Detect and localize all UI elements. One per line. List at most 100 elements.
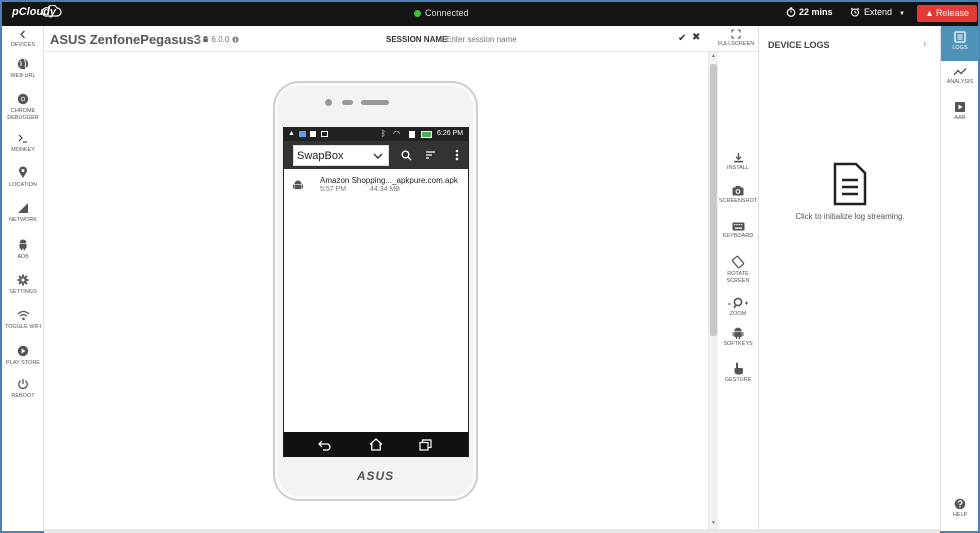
chevron-down-icon: [373, 153, 383, 159]
folder-spinner[interactable]: SwapBox: [293, 145, 389, 166]
session-name-label: SESSION NAME: [386, 35, 448, 44]
horizontal-scrollbar[interactable]: [44, 529, 940, 533]
session-header: ASUS ZenfonePegasus3 | 6.0.0 SESSION NAM…: [44, 26, 758, 52]
tool-label: SOFTKEYS: [723, 341, 753, 347]
scrollbar-thumb[interactable]: [710, 64, 717, 336]
sidebar-item-label: DEVICES: [10, 42, 36, 48]
device-logs-panel: DEVICE LOGS › Click to initialize log st…: [758, 26, 940, 531]
phone-camera: [325, 99, 332, 106]
spinner-value: SwapBox: [297, 150, 344, 162]
tool-label: SCREENSHOT: [718, 198, 758, 204]
sidebar-item-toggle-wifi[interactable]: TOGGLE WIFI: [2, 310, 44, 331]
magnifier-icon: [728, 297, 748, 309]
app-toolbar: SwapBox: [284, 141, 468, 169]
tab-aar[interactable]: AAR: [941, 101, 979, 122]
phone-speaker: [361, 100, 389, 105]
tool-rotate-screen[interactable]: ROTATE SCREEN: [718, 255, 758, 285]
download-icon: [733, 153, 743, 163]
sidebar-item-location[interactable]: LOCATION: [2, 166, 44, 189]
tool-gesture[interactable]: GESTURE: [718, 362, 758, 384]
chrome-icon: [17, 93, 29, 105]
fullscreen-icon: [731, 29, 741, 39]
signal-icon: [18, 203, 28, 213]
file-name: Amazon Shopping..._apkpure.com.apk: [320, 176, 458, 185]
warning-icon: ▲: [288, 130, 295, 137]
info-icon[interactable]: [231, 36, 239, 43]
logs-icon: [954, 31, 966, 43]
vertical-scrollbar[interactable]: ▲ ▼: [708, 52, 718, 530]
warning-icon: ▲: [925, 8, 934, 18]
help-button[interactable]: HELP: [941, 498, 979, 519]
sidebar-item-chrome-debugger[interactable]: CHROME DEBUGGER: [2, 93, 44, 122]
tool-zoom[interactable]: ZOOM: [718, 297, 758, 318]
android-status-bar: ▲ ᛒ ◠ 6:26 PM: [284, 128, 468, 141]
sidebar-item-settings[interactable]: SETTINGS: [2, 274, 44, 296]
close-icon[interactable]: ✖: [692, 32, 700, 43]
document-icon[interactable]: [832, 162, 868, 206]
release-button[interactable]: ▲ Release: [917, 5, 977, 22]
tool-install[interactable]: INSTALL: [718, 152, 758, 172]
sort-icon[interactable]: [425, 150, 436, 160]
tool-screenshot[interactable]: SCREENSHOT: [718, 185, 758, 205]
chevron-right-icon[interactable]: ›: [923, 38, 927, 50]
tab-label: AAR: [954, 115, 966, 121]
fullscreen-button[interactable]: FULLSCREEN: [714, 29, 758, 47]
overflow-menu-icon[interactable]: [455, 149, 459, 161]
tab-label: ANALYSIS: [946, 79, 974, 85]
search-icon[interactable]: [401, 150, 412, 161]
caret-down-icon: ▼: [899, 11, 905, 17]
tool-label: ZOOM: [729, 311, 747, 317]
scroll-down-icon[interactable]: ▼: [711, 520, 716, 526]
tool-keyboard[interactable]: KEYBOARD: [718, 222, 758, 240]
tab-logs[interactable]: LOGS: [941, 26, 979, 61]
sidebar-item-label: PLAY STORE: [6, 360, 40, 366]
extend-button[interactable]: Extend ▼: [850, 7, 905, 17]
extend-label: Extend: [864, 7, 893, 17]
battery-icon: [421, 131, 432, 138]
status-dot-icon: [414, 10, 421, 17]
sidebar-item-monkey[interactable]: MONKEY: [2, 133, 44, 154]
sidebar-item-adb[interactable]: ADB: [2, 238, 44, 261]
tab-analysis[interactable]: ANALYSIS: [941, 67, 979, 86]
tab-label: LOGS: [952, 45, 968, 51]
rotate-icon: [731, 255, 745, 269]
android-icon: [203, 36, 209, 43]
device-name: ASUS ZenfonePegasus3: [50, 32, 201, 47]
session-timer: 22 mins: [786, 7, 833, 17]
recents-icon[interactable]: [419, 439, 432, 451]
android-nav-bar: [284, 432, 468, 457]
sidebar-item-play-store[interactable]: PLAY STORE: [2, 345, 44, 367]
globe-icon: [17, 58, 29, 70]
back-icon[interactable]: [318, 439, 332, 451]
pin-icon: [19, 166, 27, 178]
sidebar-item-reboot[interactable]: REBOOT: [2, 378, 44, 400]
timer-value: 22 mins: [799, 7, 833, 17]
sidebar-item-network[interactable]: NETWORK: [2, 202, 44, 224]
sidebar-item-label: CHROME DEBUGGER: [7, 108, 39, 121]
session-name-input[interactable]: [446, 32, 666, 46]
sidebar-item-web-url[interactable]: WEB URL: [2, 58, 44, 80]
android-icon: [732, 327, 744, 339]
video-icon: [955, 102, 965, 112]
release-label: Release: [935, 8, 969, 18]
wifi-icon: ◠: [393, 129, 400, 138]
notification-icon: [299, 131, 306, 137]
logs-init-message[interactable]: Click to initialize log streaming.: [759, 212, 941, 221]
sidebar-item-devices[interactable]: DEVICES: [2, 30, 44, 49]
chevron-left-icon: [20, 30, 25, 39]
file-time: 5:57 PM: [320, 186, 347, 193]
tool-label: ROTATE SCREEN: [726, 271, 750, 284]
app-window: pCloudy Connected 22 mins Extend ▼ ▲ Relea…: [0, 0, 980, 533]
confirm-icon[interactable]: ✔: [678, 33, 686, 44]
phone-screen[interactable]: ▲ ᛒ ◠ 6:26 PM SwapBox Amazon Shopping...…: [283, 127, 469, 457]
home-icon[interactable]: [369, 438, 383, 451]
connection-label: Connected: [425, 8, 469, 18]
help-icon: [954, 498, 966, 510]
tool-label: GESTURE: [724, 377, 752, 383]
stopwatch-icon: [786, 7, 796, 17]
status-clock: 6:26 PM: [437, 130, 464, 137]
brand-logo: pCloudy: [12, 5, 62, 18]
tool-softkeys[interactable]: SOFTKEYS: [718, 326, 758, 348]
scroll-up-icon[interactable]: ▲: [711, 53, 716, 59]
list-item[interactable]: Amazon Shopping..._apkpure.com.apk 5:57 …: [284, 173, 468, 199]
